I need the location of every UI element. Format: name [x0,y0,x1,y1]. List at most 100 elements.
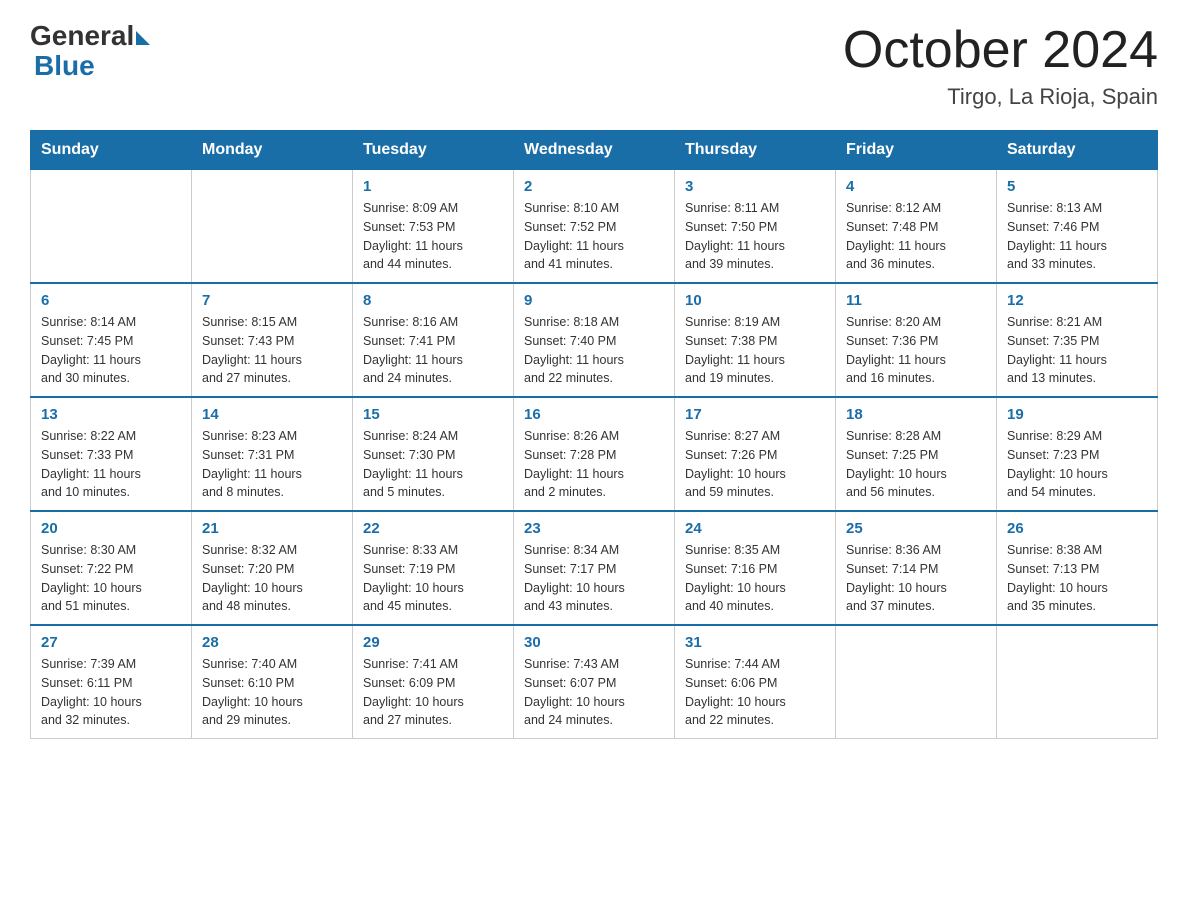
day-number: 17 [685,406,825,423]
month-title: October 2024 [843,20,1158,80]
weekday-header-tuesday: Tuesday [353,131,514,170]
day-info: Sunrise: 8:14 AM Sunset: 7:45 PM Dayligh… [41,313,181,388]
calendar-cell [31,170,192,284]
calendar-cell: 7Sunrise: 8:15 AM Sunset: 7:43 PM Daylig… [192,283,353,397]
day-number: 12 [1007,292,1147,309]
day-number: 18 [846,406,986,423]
weekday-header-monday: Monday [192,131,353,170]
calendar-cell: 6Sunrise: 8:14 AM Sunset: 7:45 PM Daylig… [31,283,192,397]
calendar-cell [836,625,997,739]
day-info: Sunrise: 8:10 AM Sunset: 7:52 PM Dayligh… [524,199,664,274]
calendar-cell: 10Sunrise: 8:19 AM Sunset: 7:38 PM Dayli… [675,283,836,397]
weekday-header-wednesday: Wednesday [514,131,675,170]
day-number: 31 [685,634,825,651]
day-number: 22 [363,520,503,537]
calendar-cell: 26Sunrise: 8:38 AM Sunset: 7:13 PM Dayli… [997,511,1158,625]
calendar-cell: 5 Sunrise: 8:13 AM Sunset: 7:46 PM Daylig… [997,170,1158,284]
day-number: 20 [41,520,181,537]
calendar-cell: 27 Sunrise: 7:39 AM Sunset: 6:11 PM Dayli… [31,625,192,739]
calendar-cell: 3Sunrise: 8:11 AM Sunset: 7:50 PM Daylig… [675,170,836,284]
day-info: Sunrise: 8:35 AM Sunset: 7:16 PM Dayligh… [685,541,825,616]
day-number: 27 [41,634,181,651]
calendar-cell: 20Sunrise: 8:30 AM Sunset: 7:22 PM Dayli… [31,511,192,625]
day-number: 29 [363,634,503,651]
weekday-header-saturday: Saturday [997,131,1158,170]
calendar-cell: 21 Sunrise: 8:32 AM Sunset: 7:20 PM Dayli… [192,511,353,625]
day-info: Sunrise: 8:21 AM Sunset: 7:35 PM Dayligh… [1007,313,1147,388]
logo-general-text: General [30,20,134,52]
day-info: Sunrise: 7:40 AM Sunset: 6:10 PM Dayligh… [202,655,342,730]
day-info: Sunrise: 8:26 AM Sunset: 7:28 PM Dayligh… [524,427,664,502]
day-info: Sunrise: 7:41 AM Sunset: 6:09 PM Dayligh… [363,655,503,730]
day-info: Sunrise: 8:13 AM Sunset: 7:46 PM Dayligh… [1007,199,1147,274]
day-number: 14 [202,406,342,423]
day-info: Sunrise: 8:12 AM Sunset: 7:48 PM Dayligh… [846,199,986,274]
calendar-cell: 31 Sunrise: 7:44 AM Sunset: 6:06 PM Dayli… [675,625,836,739]
day-number: 30 [524,634,664,651]
day-number: 28 [202,634,342,651]
day-info: Sunrise: 8:11 AM Sunset: 7:50 PM Dayligh… [685,199,825,274]
calendar-week-row: 20Sunrise: 8:30 AM Sunset: 7:22 PM Dayli… [31,511,1158,625]
day-info: Sunrise: 8:36 AM Sunset: 7:14 PM Dayligh… [846,541,986,616]
day-number: 5 [1007,178,1147,195]
day-info: Sunrise: 8:18 AM Sunset: 7:40 PM Dayligh… [524,313,664,388]
day-info: Sunrise: 7:43 AM Sunset: 6:07 PM Dayligh… [524,655,664,730]
calendar-cell: 30 Sunrise: 7:43 AM Sunset: 6:07 PM Dayli… [514,625,675,739]
day-number: 2 [524,178,664,195]
calendar-cell: 2 Sunrise: 8:10 AM Sunset: 7:52 PM Daylig… [514,170,675,284]
calendar-cell: 23 Sunrise: 8:34 AM Sunset: 7:17 PM Dayli… [514,511,675,625]
calendar-cell: 17 Sunrise: 8:27 AM Sunset: 7:26 PM Dayli… [675,397,836,511]
calendar-week-row: 1 Sunrise: 8:09 AM Sunset: 7:53 PM Daylig… [31,170,1158,284]
day-info: Sunrise: 8:22 AM Sunset: 7:33 PM Dayligh… [41,427,181,502]
logo: General Blue [30,20,150,82]
calendar-cell [997,625,1158,739]
weekday-header-friday: Friday [836,131,997,170]
day-number: 25 [846,520,986,537]
day-info: Sunrise: 8:27 AM Sunset: 7:26 PM Dayligh… [685,427,825,502]
calendar-cell: 14 Sunrise: 8:23 AM Sunset: 7:31 PM Dayli… [192,397,353,511]
calendar-cell: 28 Sunrise: 7:40 AM Sunset: 6:10 PM Dayli… [192,625,353,739]
location: Tirgo, La Rioja, Spain [843,84,1158,110]
logo-arrow-icon [136,31,150,45]
day-number: 4 [846,178,986,195]
day-number: 1 [363,178,503,195]
day-number: 19 [1007,406,1147,423]
day-info: Sunrise: 8:32 AM Sunset: 7:20 PM Dayligh… [202,541,342,616]
day-info: Sunrise: 8:23 AM Sunset: 7:31 PM Dayligh… [202,427,342,502]
day-number: 8 [363,292,503,309]
calendar-cell [192,170,353,284]
day-info: Sunrise: 8:19 AM Sunset: 7:38 PM Dayligh… [685,313,825,388]
day-number: 21 [202,520,342,537]
day-number: 7 [202,292,342,309]
calendar-cell: 19 Sunrise: 8:29 AM Sunset: 7:23 PM Dayli… [997,397,1158,511]
calendar-cell: 15Sunrise: 8:24 AM Sunset: 7:30 PM Dayli… [353,397,514,511]
calendar-cell: 13 Sunrise: 8:22 AM Sunset: 7:33 PM Dayli… [31,397,192,511]
calendar-cell: 4 Sunrise: 8:12 AM Sunset: 7:48 PM Daylig… [836,170,997,284]
page-header: General Blue October 2024 Tirgo, La Rioj… [30,20,1158,110]
calendar-cell: 29 Sunrise: 7:41 AM Sunset: 6:09 PM Dayli… [353,625,514,739]
day-number: 11 [846,292,986,309]
title-block: October 2024 Tirgo, La Rioja, Spain [843,20,1158,110]
weekday-header-sunday: Sunday [31,131,192,170]
calendar-cell: 16 Sunrise: 8:26 AM Sunset: 7:28 PM Dayli… [514,397,675,511]
day-info: Sunrise: 8:29 AM Sunset: 7:23 PM Dayligh… [1007,427,1147,502]
calendar-cell: 22 Sunrise: 8:33 AM Sunset: 7:19 PM Dayli… [353,511,514,625]
day-number: 16 [524,406,664,423]
day-number: 23 [524,520,664,537]
calendar-cell: 11 Sunrise: 8:20 AM Sunset: 7:36 PM Dayli… [836,283,997,397]
day-number: 26 [1007,520,1147,537]
calendar-cell: 8Sunrise: 8:16 AM Sunset: 7:41 PM Daylig… [353,283,514,397]
day-info: Sunrise: 8:09 AM Sunset: 7:53 PM Dayligh… [363,199,503,274]
calendar-cell: 1 Sunrise: 8:09 AM Sunset: 7:53 PM Daylig… [353,170,514,284]
day-info: Sunrise: 7:44 AM Sunset: 6:06 PM Dayligh… [685,655,825,730]
day-info: Sunrise: 8:34 AM Sunset: 7:17 PM Dayligh… [524,541,664,616]
weekday-header-row: SundayMondayTuesdayWednesdayThursdayFrid… [31,131,1158,170]
day-info: Sunrise: 7:39 AM Sunset: 6:11 PM Dayligh… [41,655,181,730]
day-number: 13 [41,406,181,423]
calendar-week-row: 13 Sunrise: 8:22 AM Sunset: 7:33 PM Dayli… [31,397,1158,511]
calendar-cell: 18Sunrise: 8:28 AM Sunset: 7:25 PM Dayli… [836,397,997,511]
day-info: Sunrise: 8:20 AM Sunset: 7:36 PM Dayligh… [846,313,986,388]
weekday-header-thursday: Thursday [675,131,836,170]
calendar-cell: 12 Sunrise: 8:21 AM Sunset: 7:35 PM Dayli… [997,283,1158,397]
day-info: Sunrise: 8:33 AM Sunset: 7:19 PM Dayligh… [363,541,503,616]
